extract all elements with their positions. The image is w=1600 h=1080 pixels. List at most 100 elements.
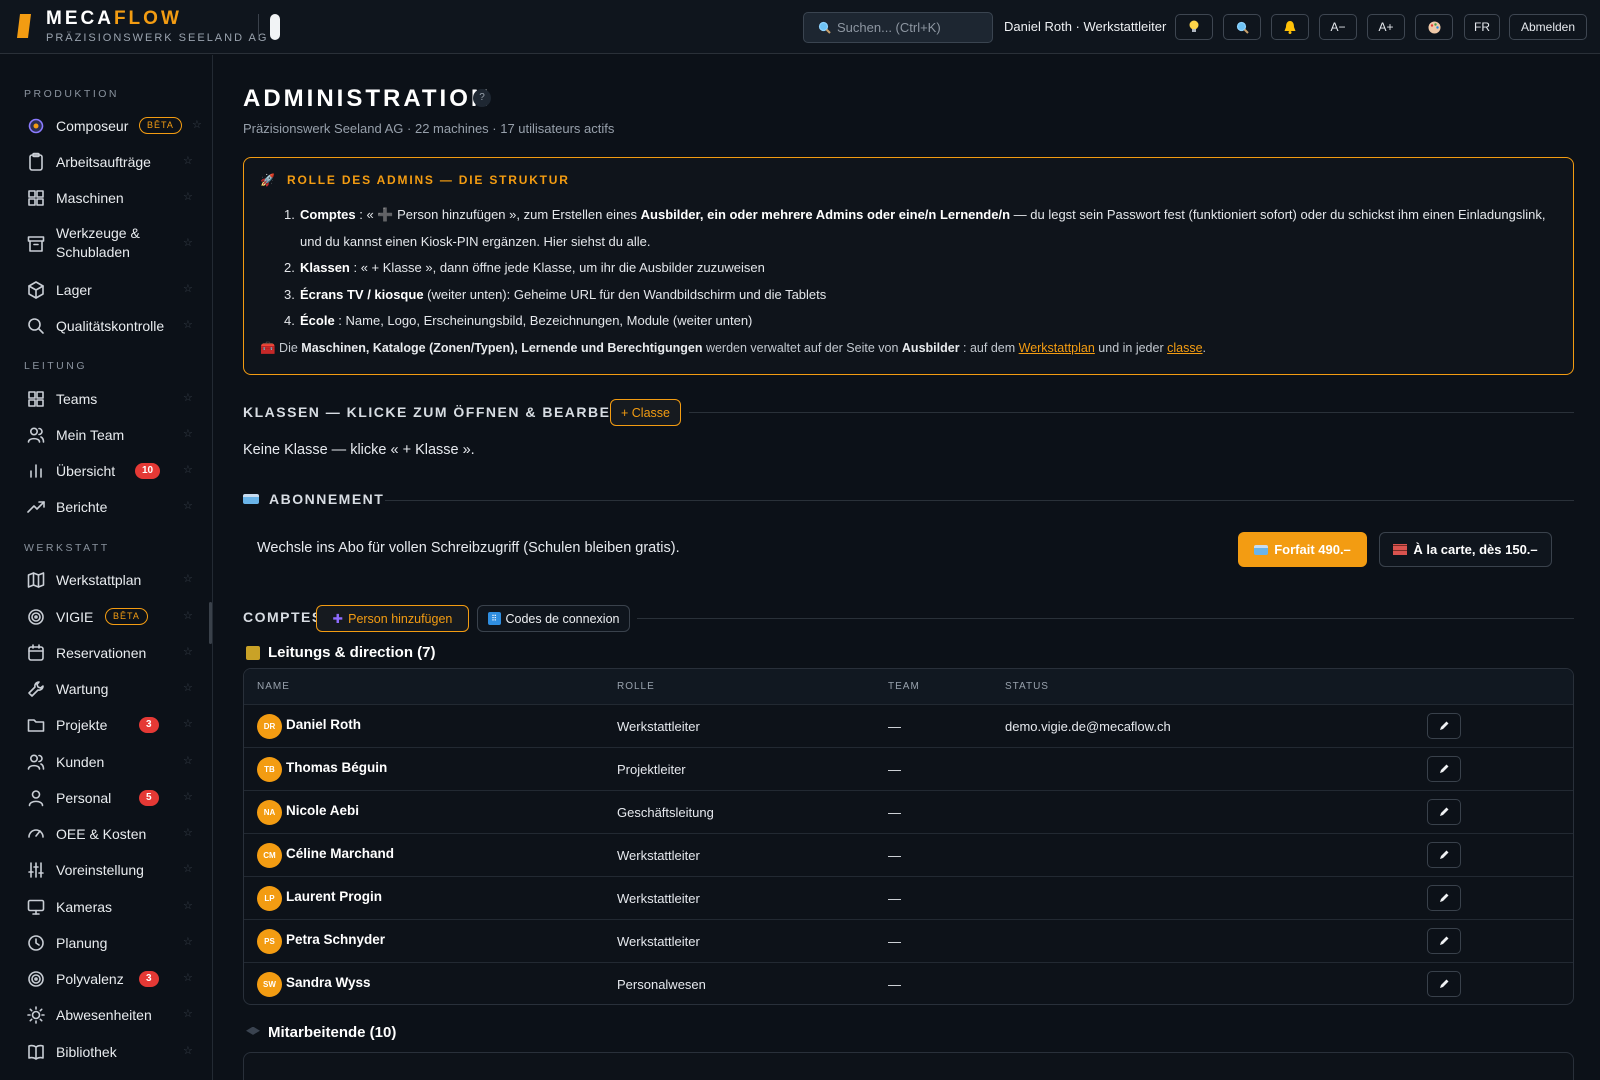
divider (385, 500, 1574, 501)
sidebar-item-berichte[interactable]: Berichte ☆ (0, 492, 212, 522)
star-icon[interactable]: ☆ (183, 1044, 193, 1057)
table-row[interactable]: CM Céline Marchand Werkstattleiter — (244, 833, 1573, 876)
sidebar-item-projekte[interactable]: Projekte 3 ☆ (0, 710, 212, 740)
sidebar-item-label: OEE & Kosten (56, 826, 147, 842)
sidebar-item-kunden[interactable]: Kunden ☆ (0, 747, 212, 777)
sidebar-item-label: Mein Team (56, 427, 125, 443)
language-button[interactable]: FR (1464, 14, 1500, 40)
info-footnote: 🧰 Die Maschinen, Kataloge (Zonen/Typen),… (260, 341, 1207, 355)
star-icon[interactable]: ☆ (183, 572, 193, 585)
sidebar-item-lager[interactable]: Lager ☆ (0, 275, 212, 305)
star-icon[interactable]: ☆ (183, 318, 193, 331)
table-row[interactable]: TB Thomas Béguin Projektleiter — (244, 747, 1573, 790)
info-item: 1. Comptes : « ➕ Person hinzufügen », zum… (284, 207, 1546, 249)
search-button[interactable] (1223, 14, 1261, 40)
sidebar-toggle[interactable] (270, 14, 280, 40)
sidebar-item-maschinen[interactable]: Maschinen ☆ (0, 183, 212, 213)
font-larger-button[interactable]: A+ (1367, 14, 1405, 40)
add-person-button[interactable]: ✚ Person hinzufügen (316, 605, 469, 632)
star-icon[interactable]: ☆ (183, 609, 193, 622)
star-icon[interactable]: ☆ (183, 971, 193, 984)
table-header: NAME ROLLE TEAM STATUS (244, 669, 1573, 704)
sidebar-item-qualitätskontrolle[interactable]: Qualitätskontrolle ☆ (0, 311, 212, 341)
pencil-icon (1440, 807, 1449, 816)
star-icon[interactable]: ☆ (183, 790, 193, 803)
sidebar-item-mein-team[interactable]: Mein Team ☆ (0, 420, 212, 450)
tips-button[interactable] (1175, 14, 1213, 40)
table-row[interactable]: NA Nicole Aebi Geschäftsleitung — (244, 790, 1573, 833)
star-icon[interactable]: ☆ (183, 391, 193, 404)
sidebar-item-vigie[interactable]: VIGIE BÊTA ☆ (0, 602, 212, 632)
help-icon[interactable]: ? (473, 89, 491, 107)
star-icon[interactable]: ☆ (192, 118, 202, 131)
subscribe-a-la-carte-button[interactable]: À la carte, dès 150.– (1379, 532, 1552, 567)
font-smaller-button[interactable]: A− (1319, 14, 1357, 40)
pencil-icon (1440, 936, 1449, 945)
star-icon[interactable]: ☆ (183, 681, 193, 694)
star-icon[interactable]: ☆ (183, 862, 193, 875)
star-icon[interactable]: ☆ (183, 190, 193, 203)
avatar: TB (257, 757, 282, 782)
user-team: — (888, 719, 901, 734)
edit-user-button[interactable] (1427, 842, 1461, 868)
sidebar-item-abwesenheiten[interactable]: Abwesenheiten ☆ (0, 1000, 212, 1030)
theme-button[interactable] (1415, 14, 1453, 40)
sidebar-item-reservationen[interactable]: Reservationen ☆ (0, 638, 212, 668)
sidebar-item-werkstattplan[interactable]: Werkstattplan ☆ (0, 565, 212, 595)
table-row[interactable]: DR Daniel Roth Werkstattleiter — demo.vi… (244, 704, 1573, 747)
star-icon[interactable]: ☆ (183, 826, 193, 839)
toolbox-icon: 🧰 (260, 341, 276, 355)
star-icon[interactable]: ☆ (183, 899, 193, 912)
sidebar-item-planung[interactable]: Planung ☆ (0, 928, 212, 958)
search-input[interactable]: Suchen... (Ctrl+K) (803, 12, 993, 43)
classe-link[interactable]: classe (1167, 341, 1202, 355)
app-logo[interactable]: MECAFLOW (46, 8, 182, 30)
star-icon[interactable]: ☆ (183, 717, 193, 730)
sidebar-item-wartung[interactable]: Wartung ☆ (0, 674, 212, 704)
sidebar-item-polyvalenz[interactable]: Polyvalenz 3 ☆ (0, 964, 212, 994)
card-icon (243, 494, 259, 504)
user-status: demo.vigie.de@mecaflow.ch (1005, 719, 1171, 734)
star-icon[interactable]: ☆ (183, 754, 193, 767)
sidebar-item-teams[interactable]: Teams ☆ (0, 384, 212, 414)
sidebar-item-übersicht[interactable]: Übersicht 10 ☆ (0, 456, 212, 486)
table-row[interactable]: PS Petra Schnyder Werkstattleiter — (244, 919, 1573, 962)
edit-user-button[interactable] (1427, 928, 1461, 954)
pencil-icon (1440, 764, 1449, 773)
edit-user-button[interactable] (1427, 971, 1461, 997)
sidebar-item-voreinstellung[interactable]: Voreinstellung ☆ (0, 855, 212, 885)
star-icon[interactable]: ☆ (183, 499, 193, 512)
add-class-button[interactable]: + Classe (610, 399, 681, 426)
star-icon[interactable]: ☆ (183, 236, 193, 249)
logout-button[interactable]: Abmelden (1509, 14, 1587, 40)
edit-user-button[interactable] (1427, 799, 1461, 825)
edit-user-button[interactable] (1427, 885, 1461, 911)
clipboard-icon (29, 152, 43, 171)
company-subtitle: PRÄZISIONSWERK SEELAND AG (46, 32, 269, 44)
star-icon[interactable]: ☆ (183, 645, 193, 658)
sidebar-item-werkzeuge[interactable]: Werkzeuge & Schubladen ☆ (0, 222, 212, 266)
table-row[interactable]: SW Sandra Wyss Personalwesen — (244, 962, 1573, 1004)
subscribe-forfait-button[interactable]: Forfait 490.– (1238, 532, 1367, 567)
sidebar-item-oee-kosten[interactable]: OEE & Kosten ☆ (0, 819, 212, 849)
sidebar-item-bibliothek[interactable]: Bibliothek ☆ (0, 1037, 212, 1067)
werkstattplan-link[interactable]: Werkstattplan (1019, 341, 1095, 355)
star-icon[interactable]: ☆ (183, 463, 193, 476)
avatar: DR (257, 714, 282, 739)
sidebar-item-kameras[interactable]: Kameras ☆ (0, 892, 212, 922)
sidebar-scrollbar[interactable] (209, 602, 212, 644)
edit-user-button[interactable] (1427, 713, 1461, 739)
star-icon[interactable]: ☆ (183, 427, 193, 440)
edit-user-button[interactable] (1427, 756, 1461, 782)
sidebar-item-arbeitsaufträge[interactable]: Arbeitsaufträge ☆ (0, 147, 212, 177)
login-codes-button[interactable]: ⠿ Codes de connexion (477, 605, 630, 632)
star-icon[interactable]: ☆ (183, 154, 193, 167)
table-row[interactable]: LP Laurent Progin Werkstattleiter — (244, 876, 1573, 919)
sidebar-item-personal[interactable]: Personal 5 ☆ (0, 783, 212, 813)
trend-icon (27, 501, 45, 513)
star-icon[interactable]: ☆ (183, 282, 193, 295)
sidebar-item-composeur[interactable]: Composeur BÊTA ☆ (0, 111, 212, 141)
star-icon[interactable]: ☆ (183, 935, 193, 948)
notifications-button[interactable] (1271, 14, 1309, 40)
star-icon[interactable]: ☆ (183, 1007, 193, 1020)
